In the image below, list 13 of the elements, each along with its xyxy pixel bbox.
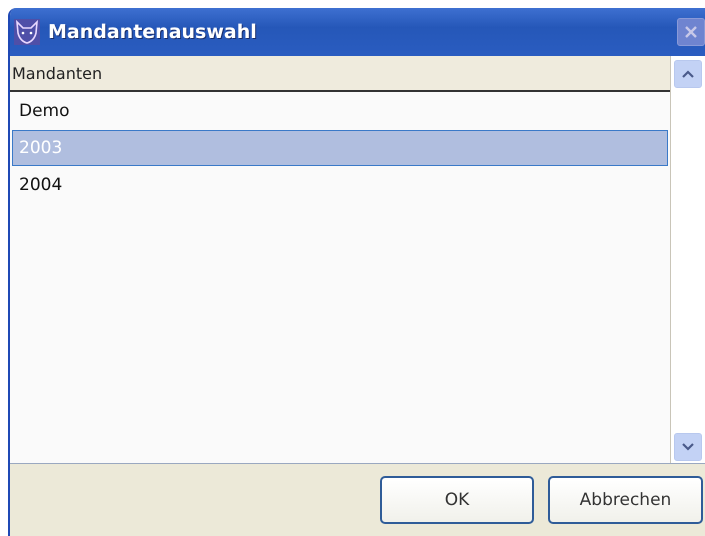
cancel-button[interactable]: Abbrechen [548, 476, 703, 524]
chevron-down-icon [681, 442, 695, 452]
chevron-up-icon [681, 69, 695, 79]
close-icon [684, 25, 698, 39]
window-title: Mandantenauswahl [48, 21, 258, 43]
ok-button[interactable]: OK [380, 476, 534, 524]
scroll-down-button[interactable] [674, 433, 702, 461]
column-header[interactable]: Mandanten [10, 56, 670, 90]
table-cell: 2003 [19, 138, 62, 158]
table-cell: Demo [19, 101, 70, 121]
cat-icon [14, 19, 40, 45]
scroll-up-button[interactable] [674, 60, 702, 88]
table-cell: 2004 [19, 175, 62, 195]
